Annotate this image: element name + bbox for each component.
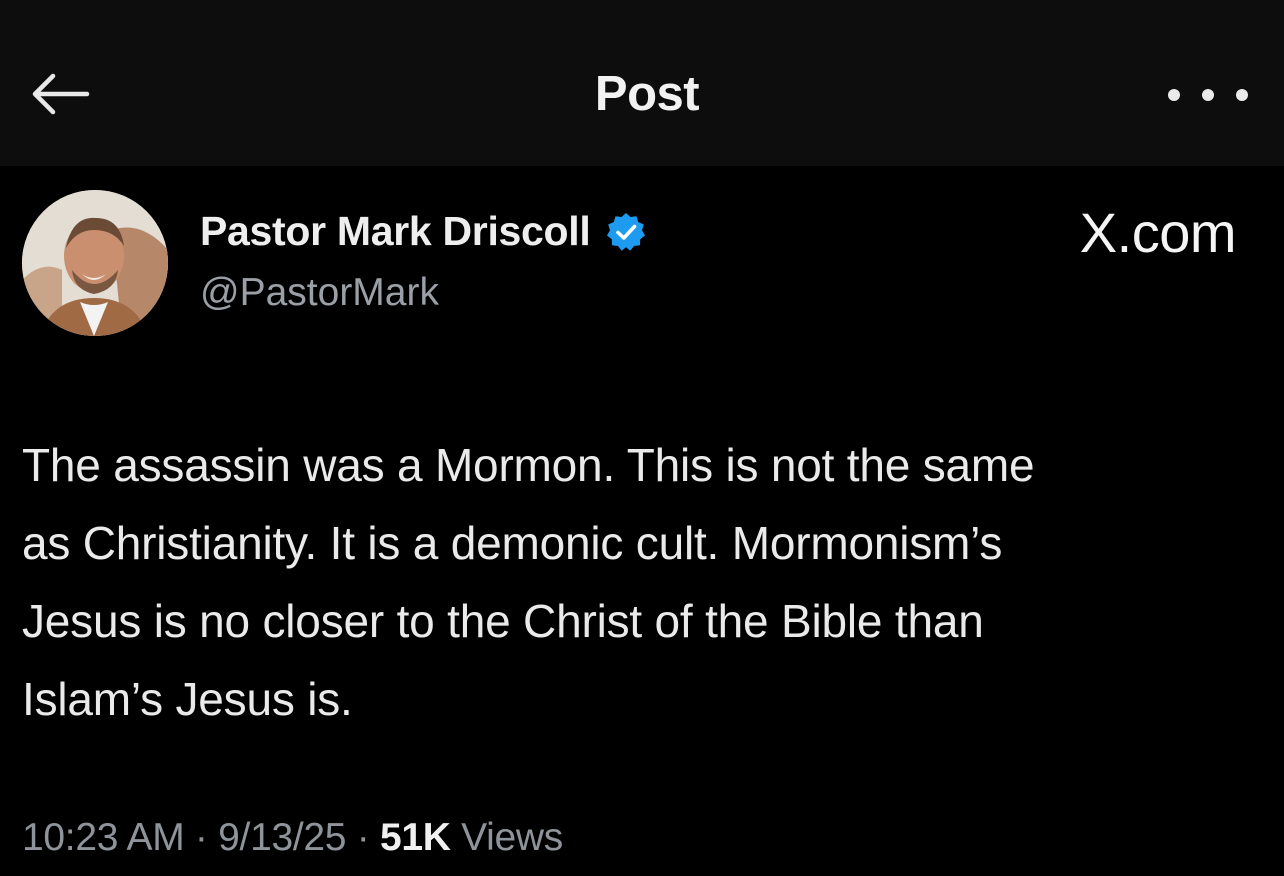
- post-text-line: Jesus is no closer to the Christ of the …: [22, 595, 984, 647]
- post-meta: 10:23 AM · 9/13/25 · 51K Views: [22, 816, 563, 860]
- meta-separator: ·: [346, 816, 380, 859]
- more-horizontal-icon-dot: [1202, 89, 1214, 101]
- page-title: Post: [594, 67, 700, 121]
- avatar-image: [22, 190, 168, 336]
- top-bar: Post: [0, 0, 1284, 166]
- views-count[interactable]: 51K: [380, 816, 451, 859]
- post-date: 9/13/25: [218, 816, 347, 859]
- post-time: 10:23 AM: [22, 816, 185, 859]
- post-text-line: The assassin was a Mormon. This is not t…: [22, 439, 1035, 491]
- views-label[interactable]: Views: [451, 816, 563, 859]
- more-horizontal-icon-dot: [1236, 89, 1248, 101]
- site-watermark: X.com: [1079, 201, 1237, 264]
- author-name[interactable]: Pastor Mark Driscoll: [200, 208, 591, 255]
- post-text-line: as Christianity. It is a demonic cult. M…: [22, 517, 1003, 569]
- post-text: The assassin was a Mormon. This is not t…: [22, 426, 1272, 738]
- author-name-row: Pastor Mark Driscoll: [200, 208, 647, 255]
- post-text-line: Islam’s Jesus is.: [22, 673, 353, 725]
- more-horizontal-icon: [1168, 89, 1180, 101]
- author-handle[interactable]: @PastorMark: [200, 271, 439, 315]
- more-options-button[interactable]: [1168, 80, 1248, 110]
- meta-separator: ·: [184, 816, 219, 859]
- post-screen: Post Pastor Mark Driscoll @PastorMark X.…: [0, 0, 1284, 876]
- verified-badge-icon: [606, 212, 645, 251]
- avatar[interactable]: [22, 190, 168, 336]
